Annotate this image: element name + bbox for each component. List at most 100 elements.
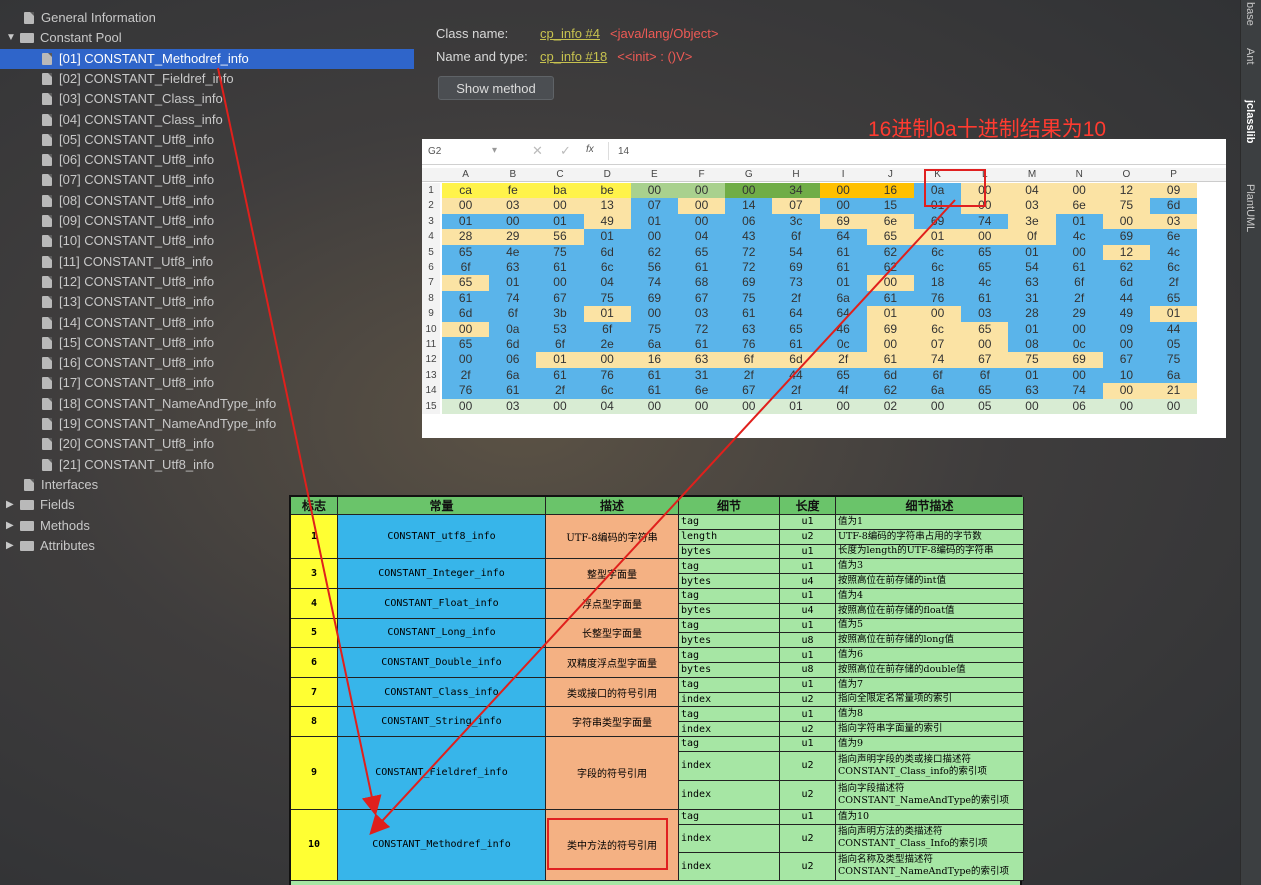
- spreadsheet-cell[interactable]: 65: [961, 260, 1009, 276]
- spreadsheet-cell[interactable]: 69: [772, 260, 820, 276]
- tree-item[interactable]: [20] CONSTANT_Utf8_info: [42, 434, 214, 454]
- spreadsheet-cell[interactable]: 02: [866, 398, 914, 414]
- spreadsheet-cell[interactable]: 61: [630, 383, 678, 399]
- spreadsheet-cell[interactable]: 64: [772, 306, 820, 322]
- spreadsheet-cell[interactable]: 00: [961, 337, 1009, 353]
- row-header[interactable]: 1: [422, 183, 440, 199]
- spreadsheet-cell[interactable]: 16: [866, 183, 914, 199]
- spreadsheet-cell[interactable]: 10: [1102, 367, 1150, 384]
- spreadsheet-cell[interactable]: 00: [489, 213, 537, 230]
- row-header[interactable]: 8: [422, 290, 440, 307]
- spreadsheet-cell[interactable]: 03: [1150, 213, 1198, 230]
- spreadsheet-cell[interactable]: 65: [961, 383, 1009, 399]
- spreadsheet-cell[interactable]: 61: [819, 260, 867, 276]
- spreadsheet-cell[interactable]: 63: [678, 352, 726, 368]
- spreadsheet-cell[interactable]: 00: [678, 183, 726, 199]
- spreadsheet-cell[interactable]: 07: [914, 337, 962, 353]
- spreadsheet-cell[interactable]: 63: [489, 260, 537, 276]
- tree-item[interactable]: [18] CONSTANT_NameAndType_info: [42, 394, 276, 414]
- spreadsheet-cell[interactable]: 74: [914, 352, 962, 368]
- column-header[interactable]: N: [1056, 168, 1103, 182]
- spreadsheet-cell[interactable]: 67: [961, 352, 1009, 368]
- spreadsheet-cell[interactable]: 61: [961, 290, 1009, 307]
- spreadsheet-cell[interactable]: 74: [1055, 383, 1103, 399]
- spreadsheet-cell[interactable]: 01: [630, 213, 678, 230]
- spreadsheet-cell[interactable]: 3e: [1008, 213, 1056, 230]
- spreadsheet-cell[interactable]: 6d: [1102, 275, 1150, 291]
- spreadsheet-cell[interactable]: 62: [866, 244, 914, 260]
- spreadsheet-cell[interactable]: 2f: [772, 383, 820, 399]
- spreadsheet-cell[interactable]: 49: [1102, 306, 1150, 322]
- tree-item[interactable]: [07] CONSTANT_Utf8_info: [42, 170, 214, 190]
- column-header[interactable]: M: [1008, 168, 1055, 182]
- column-header[interactable]: A: [442, 168, 489, 182]
- side-tab-plantuml[interactable]: PlantUML: [1244, 184, 1256, 232]
- tree-item[interactable]: General Information: [24, 8, 156, 28]
- row-header[interactable]: 13: [422, 367, 440, 384]
- spreadsheet-cell[interactable]: 01: [1008, 244, 1056, 260]
- name-and-type-link[interactable]: cp_info #18: [540, 49, 607, 64]
- spreadsheet-cell[interactable]: 63: [1008, 383, 1056, 399]
- spreadsheet-cell[interactable]: 6d: [489, 337, 537, 353]
- spreadsheet-cell[interactable]: 6f: [583, 321, 631, 337]
- spreadsheet-cell[interactable]: 54: [772, 244, 820, 260]
- spreadsheet-cell[interactable]: 2f: [442, 367, 490, 384]
- spreadsheet-cell[interactable]: 03: [678, 306, 726, 322]
- row-header[interactable]: 5: [422, 244, 440, 260]
- spreadsheet-cell[interactable]: 73: [772, 275, 820, 291]
- spreadsheet-cell[interactable]: 09: [1102, 321, 1150, 337]
- collapsed-arrow-icon[interactable]: ▶: [6, 495, 18, 515]
- collapsed-arrow-icon[interactable]: ▶: [6, 536, 18, 556]
- spreadsheet-cell[interactable]: 01: [1150, 306, 1198, 322]
- spreadsheet-cell[interactable]: 65: [772, 321, 820, 337]
- side-tab-jclasslib[interactable]: jclasslib: [1244, 100, 1256, 143]
- spreadsheet-cell[interactable]: 34: [772, 183, 820, 199]
- spreadsheet-cell[interactable]: 62: [630, 244, 678, 260]
- spreadsheet-cell[interactable]: 61: [536, 367, 584, 384]
- spreadsheet-cell[interactable]: ca: [442, 183, 490, 199]
- spreadsheet-cell[interactable]: 44: [1150, 321, 1198, 337]
- spreadsheet-cell[interactable]: 56: [536, 229, 584, 245]
- spreadsheet-cell[interactable]: 75: [1102, 198, 1150, 214]
- spreadsheet-cell[interactable]: 4c: [1150, 244, 1198, 260]
- spreadsheet-cell[interactable]: 53: [536, 321, 584, 337]
- side-tab-ant[interactable]: Ant: [1244, 48, 1256, 65]
- tree-item[interactable]: ▶ Attributes: [6, 536, 95, 556]
- spreadsheet-cell[interactable]: 65: [866, 229, 914, 245]
- spreadsheet-cell[interactable]: 03: [489, 198, 537, 214]
- spreadsheet-cell[interactable]: 61: [772, 337, 820, 353]
- spreadsheet-cell[interactable]: 09: [1150, 183, 1198, 199]
- spreadsheet-cell[interactable]: ba: [536, 183, 584, 199]
- spreadsheet-cell[interactable]: 69: [725, 275, 773, 291]
- spreadsheet-cell[interactable]: 2f: [1150, 275, 1198, 291]
- spreadsheet-cell[interactable]: 67: [678, 290, 726, 307]
- spreadsheet-cell[interactable]: 6d: [583, 244, 631, 260]
- spreadsheet-cell[interactable]: 00: [1055, 244, 1103, 260]
- spreadsheet-cell[interactable]: 06: [489, 352, 537, 368]
- tree-item[interactable]: [04] CONSTANT_Class_info: [42, 110, 223, 130]
- spreadsheet-cell[interactable]: 72: [725, 244, 773, 260]
- spreadsheet-cell[interactable]: 6f: [961, 367, 1009, 384]
- spreadsheet-cell[interactable]: 6e: [678, 383, 726, 399]
- spreadsheet-cell[interactable]: 00: [1150, 398, 1198, 414]
- spreadsheet-cell[interactable]: 4e: [489, 244, 537, 260]
- spreadsheet-cell[interactable]: 00: [442, 352, 490, 368]
- spreadsheet-cell[interactable]: 00: [1102, 383, 1150, 399]
- spreadsheet-cell[interactable]: 62: [1102, 260, 1150, 276]
- spreadsheet-cell[interactable]: 31: [1008, 290, 1056, 307]
- spreadsheet-cell[interactable]: 01: [819, 275, 867, 291]
- column-header[interactable]: J: [867, 168, 914, 182]
- spreadsheet-cell[interactable]: 69: [819, 213, 867, 230]
- spreadsheet-cell[interactable]: fe: [489, 183, 537, 199]
- tree-item[interactable]: [12] CONSTANT_Utf8_info: [42, 272, 214, 292]
- spreadsheet-cell[interactable]: 76: [725, 337, 773, 353]
- row-header[interactable]: 15: [422, 398, 440, 414]
- spreadsheet-cell[interactable]: 01: [1008, 321, 1056, 337]
- spreadsheet-cell[interactable]: 00: [442, 321, 490, 337]
- spreadsheet-cell[interactable]: 04: [1008, 183, 1056, 199]
- spreadsheet-cell[interactable]: 68: [678, 275, 726, 291]
- spreadsheet-cell[interactable]: 6f: [914, 367, 962, 384]
- class-name-link[interactable]: cp_info #4: [540, 26, 600, 41]
- spreadsheet-cell[interactable]: 6a: [914, 383, 962, 399]
- spreadsheet-cell[interactable]: 18: [914, 275, 962, 291]
